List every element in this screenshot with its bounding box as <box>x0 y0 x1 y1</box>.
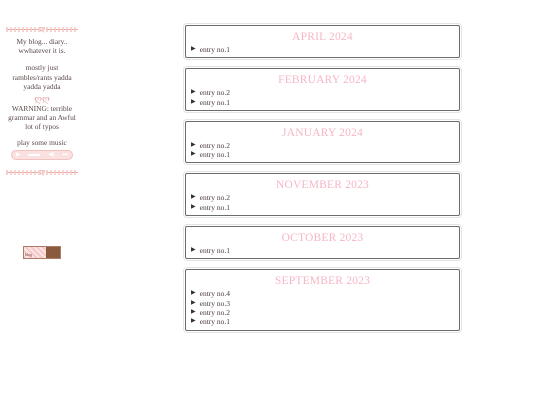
triangle-right-icon: ▶ <box>191 98 196 105</box>
triangle-right-icon: ▶ <box>191 308 196 315</box>
bow-icon: ღ <box>37 24 47 34</box>
month-box: OCTOBER 2023 ▶ entry no.1 <box>185 226 460 260</box>
month-box: FEBRUARY 2024 ▶ entry no.2 ▶ entry no.1 <box>185 68 460 111</box>
entry-label[interactable]: entry no.2 <box>200 88 230 97</box>
triangle-right-icon: ▶ <box>191 89 196 96</box>
lace-divider-bottom: ღ <box>6 166 78 177</box>
entry-label[interactable]: entry no.2 <box>200 308 230 317</box>
triangle-right-icon: ▶ <box>191 151 196 158</box>
music-player[interactable]: ▶ ◀) ⏭ <box>11 149 73 160</box>
skip-icon[interactable]: ⏭ <box>63 151 68 159</box>
entry-link[interactable]: ▶ entry no.2 <box>191 308 454 317</box>
entry-label[interactable]: entry no.2 <box>200 141 230 150</box>
entry-link[interactable]: ▶ entry no.1 <box>191 150 454 159</box>
month-box: APRIL 2024 ▶ entry no.1 <box>185 25 460 59</box>
triangle-right-icon: ▶ <box>191 46 196 52</box>
entry-label[interactable]: entry no.1 <box>200 317 230 326</box>
music-label: play some music <box>17 137 67 147</box>
month-title: FEBRUARY 2024 <box>278 74 367 87</box>
entry-label[interactable]: entry no.4 <box>200 289 230 298</box>
play-icon[interactable]: ▶ <box>16 151 21 159</box>
triangle-right-icon: ▶ <box>191 318 196 325</box>
entry-link[interactable]: ▶ entry no.1 <box>191 98 454 107</box>
entry-link[interactable]: ▶ entry no.1 <box>191 203 454 212</box>
volume-icon[interactable]: ◀) <box>48 151 55 159</box>
sidebar: ღ My blog... diary.. wwhatever it is. mo… <box>6 24 78 178</box>
archive-list: APRIL 2024 ▶ entry no.1 FEBRUARY 2024 ▶ entry… <box>185 25 460 341</box>
entry-link[interactable]: ▶ entry no.1 <box>191 246 454 255</box>
month-title: NOVEMBER 2023 <box>275 179 369 192</box>
intro-text: My blog... diary.. wwhatever it is. <box>16 37 68 56</box>
progress-track[interactable] <box>28 153 41 156</box>
warning-text: WARNING: terrible grammar and an Awful l… <box>8 104 76 132</box>
badge-label: blog <box>24 247 46 258</box>
month-title: OCTOBER 2023 <box>281 232 364 245</box>
triangle-right-icon: ▶ <box>191 290 196 297</box>
month-title: SEPTEMBER 2023 <box>274 275 371 288</box>
badge-image <box>46 247 60 258</box>
entry-link[interactable]: ▶ entry no.2 <box>191 193 454 202</box>
triangle-right-icon: ▶ <box>191 247 196 254</box>
bow-icon: ღღ <box>34 94 50 105</box>
month-box: SEPTEMBER 2023 ▶ entry no.4 ▶ entry no.3 ▶ ent… <box>185 269 460 331</box>
month-box: NOVEMBER 2023 ▶ entry no.2 ▶ entry no.1 <box>185 173 460 217</box>
entry-label[interactable]: entry no.1 <box>200 150 230 159</box>
entry-label[interactable]: entry no.1 <box>200 246 230 255</box>
blog-badge[interactable]: blog <box>23 246 61 259</box>
entry-label[interactable]: entry no.3 <box>200 299 230 308</box>
triangle-right-icon: ▶ <box>191 194 196 201</box>
about-text: mostly just rambles/rants yadda yadda ya… <box>12 63 72 91</box>
entry-link[interactable]: ▶ entry no.4 <box>191 289 454 298</box>
entry-link[interactable]: ▶ entry no.2 <box>191 88 454 97</box>
entry-link[interactable]: ▶ entry no.2 <box>191 141 454 150</box>
triangle-right-icon: ▶ <box>191 299 196 306</box>
entry-label[interactable]: entry no.1 <box>200 98 230 107</box>
triangle-right-icon: ▶ <box>191 203 196 210</box>
month-box: JANUARY 2024 ▶ entry no.2 ▶ entry no.1 <box>185 120 460 164</box>
entry-link[interactable]: ▶ entry no.1 <box>191 45 454 54</box>
month-title: APRIL 2024 <box>292 31 353 43</box>
entry-link[interactable]: ▶ entry no.3 <box>191 299 454 308</box>
entry-label[interactable]: entry no.1 <box>200 203 230 212</box>
entry-link[interactable]: ▶ entry no.1 <box>191 317 454 326</box>
bow-icon: ღ <box>37 166 47 177</box>
lace-divider-top: ღ <box>6 24 78 34</box>
entry-label[interactable]: entry no.2 <box>200 193 230 202</box>
entry-label[interactable]: entry no.1 <box>200 45 230 54</box>
triangle-right-icon: ▶ <box>191 141 196 148</box>
month-title: JANUARY 2024 <box>282 126 363 139</box>
